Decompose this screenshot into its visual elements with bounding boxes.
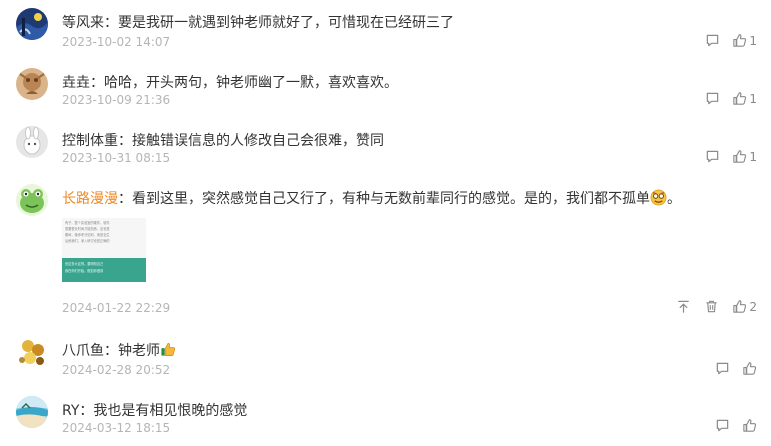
comment-text-line: 长路漫漫：看到这里，突然感觉自己又行了，有种与无数前辈同行的感觉。是的，我们都不… [62,189,681,212]
nerd-face-emoji [650,189,667,212]
username[interactable]: RY [62,403,79,419]
comment-text-line: 控制体重：接触错误信息的人修改自己会很难，赞同 [62,131,384,151]
comment-text: 接触错误信息的人修改自己会很难，赞同 [132,133,384,149]
comment-text-line: 垚垚：哈哈，开头两句，钟老师幽了一默，喜欢喜欢。 [62,73,398,93]
like-button[interactable] [742,418,757,433]
image-text: 但这多大区别。要明知自己 [65,262,104,266]
comment-icon [707,92,719,105]
image-text: 我在你们开始。假如你做到 [65,269,104,273]
username[interactable]: 长路漫漫 [62,191,118,207]
comment-text-line: 等风来：要是我研一就遇到钟老师就好了，可惜现在已经研三了 [62,13,454,33]
comment-image[interactable]: 有子。整个实验室的硬件、软件 需要很长时间才能熟悉，这也是 期间，像你考分如何，… [62,218,146,282]
comment-text-line: RY：我也是有相见恨晚的感觉 [62,401,247,421]
comment-icon [716,362,729,375]
avatar[interactable] [16,68,48,100]
like-button[interactable]: 1 [732,91,757,106]
like-count: 2 [749,299,757,314]
like-icon [733,92,747,105]
like-button[interactable]: 1 [732,33,757,48]
comment-date: 2024-01-22 22:29 [62,301,171,315]
comment-text: 要是我研一就遇到钟老师就好了，可惜现在已经研三了 [118,15,454,31]
comment-icon [707,34,719,47]
image-highlight-band: 但这多大区别。要明知自己 我在你们开始。假如你做到 [62,258,146,282]
like-count: 1 [749,91,757,106]
reply-button[interactable] [715,418,730,433]
pin-icon [678,300,690,313]
reply-button[interactable] [705,91,720,106]
reply-button[interactable] [715,361,730,376]
separator: ： [104,343,118,359]
reply-button[interactable] [705,33,720,48]
comment-actions: 1 [705,33,757,48]
comment-actions: 1 [705,91,757,106]
thumbs-up-emoji [160,341,177,364]
like-icon [733,34,747,47]
comment-actions [715,418,757,433]
pin-button[interactable] [676,299,691,314]
comment-actions: 2 [676,299,757,314]
username[interactable]: 等风来 [62,15,104,31]
delete-button[interactable] [704,299,719,314]
separator: ： [118,133,132,149]
comment-date: 2023-10-09 21:36 [62,93,171,107]
like-icon [733,150,747,163]
separator: ： [79,403,94,419]
avatar[interactable] [16,8,48,40]
avatar[interactable] [16,396,48,428]
comment-date: 2024-03-12 18:15 [62,421,171,435]
like-button[interactable] [742,361,757,376]
comment-text: 钟老师 [118,343,160,359]
username[interactable]: 八爪鱼 [62,343,104,359]
comment-icon [716,419,729,432]
like-icon [743,419,757,432]
image-text: 后他我们，深入研讨也是正确的 [65,239,110,243]
separator: ： [90,75,104,91]
trash-icon [706,300,718,313]
like-button[interactable]: 1 [732,149,757,164]
comment-date: 2024-02-28 20:52 [62,363,171,377]
comment-icon [707,150,719,163]
like-count: 1 [749,33,757,48]
username[interactable]: 垚垚 [62,75,90,91]
reply-button[interactable] [705,149,720,164]
comment-date: 2023-10-02 14:07 [62,35,171,49]
like-icon [743,362,757,375]
avatar[interactable] [16,336,48,368]
username[interactable]: 控制体重 [62,133,118,149]
like-button[interactable]: 2 [732,299,757,314]
like-icon [733,300,747,313]
comment-text: 看到这里，突然感觉自己又行了，有种与无数前辈同行的感觉。是的，我们都不孤单 [132,191,650,207]
comment-text-line: 八爪鱼：钟老师 [62,341,177,364]
like-count: 1 [749,149,757,164]
comment-text: 哈哈，开头两句，钟老师幽了一默，喜欢喜欢。 [104,75,398,91]
separator: ： [118,191,132,207]
comment-date: 2023-10-31 08:15 [62,151,171,165]
avatar[interactable] [16,126,48,158]
separator: ： [104,15,118,31]
avatar[interactable] [16,184,48,216]
comment-actions: 1 [705,149,757,164]
comment-actions [715,361,757,376]
comment-text-end: 。 [667,191,681,207]
comment-text: 我也是有相见恨晚的感觉 [93,403,248,419]
